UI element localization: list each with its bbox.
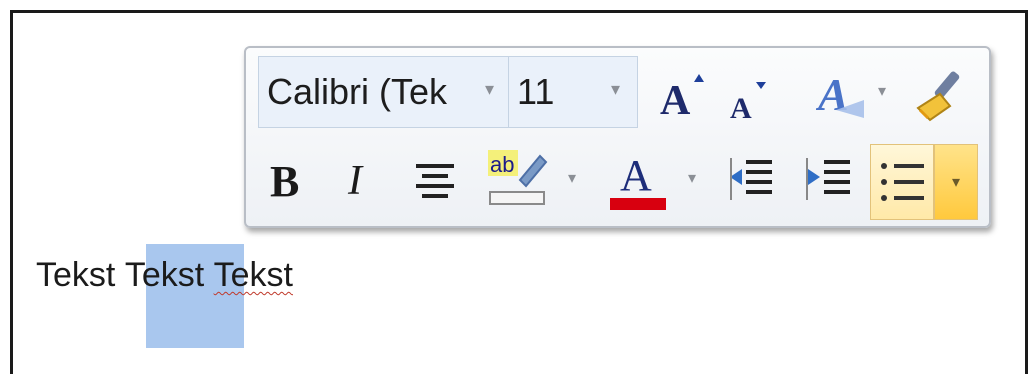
styles-icon: A: [816, 69, 864, 120]
grow-font-icon: A: [660, 74, 704, 120]
font-color-icon: A: [610, 151, 666, 210]
font-name-dropdown-icon[interactable]: ▾: [485, 79, 494, 100]
highlight-dropdown-icon[interactable]: ▾: [562, 166, 582, 190]
italic-button[interactable]: I: [340, 148, 382, 208]
bullets-dropdown-icon[interactable]: ▾: [934, 144, 978, 220]
decrease-indent-button[interactable]: [724, 152, 780, 208]
font-size-dropdown-icon[interactable]: ▾: [611, 79, 620, 100]
bullets-button[interactable]: [870, 144, 934, 220]
italic-glyph: I: [347, 158, 364, 204]
shrink-font-icon: A: [730, 82, 766, 122]
bold-glyph: B: [270, 157, 299, 206]
font-name-value: Calibri (Tek: [267, 71, 448, 112]
font-color-dropdown-icon[interactable]: ▾: [682, 166, 702, 190]
grow-font-glyph: A: [660, 78, 691, 120]
word-3[interactable]: Tekst: [214, 256, 293, 295]
shrink-font-glyph: A: [730, 92, 752, 122]
highlight-button[interactable]: ab: [486, 144, 550, 212]
font-name-combo[interactable]: Calibri (Tek ▾: [258, 56, 510, 128]
align-center-button[interactable]: [408, 152, 462, 208]
format-painter-button[interactable]: [912, 64, 974, 126]
bold-button[interactable]: B: [264, 148, 312, 208]
shrink-font-button[interactable]: A: [728, 78, 774, 122]
font-size-value: 11: [517, 71, 555, 112]
styles-glyph: A: [816, 69, 849, 120]
document-text[interactable]: Tekst Tekst Tekst: [36, 256, 293, 295]
highlight-glyph: ab: [490, 152, 514, 177]
styles-dropdown-icon[interactable]: ▾: [872, 76, 892, 106]
font-color-button[interactable]: A: [606, 148, 670, 214]
format-painter-icon: [916, 71, 960, 122]
styles-button[interactable]: A: [816, 64, 868, 122]
word-1[interactable]: Tekst: [36, 256, 115, 295]
font-color-glyph: A: [620, 151, 652, 200]
word-2-selected[interactable]: Tekst: [125, 256, 204, 295]
highlight-icon: ab: [488, 150, 548, 205]
bold-icon: B: [270, 157, 299, 206]
bullets-icon: [881, 163, 924, 201]
italic-icon: I: [347, 158, 364, 204]
grow-font-button[interactable]: A: [658, 70, 708, 120]
mini-toolbar: Calibri (Tek ▾ 11 ▾ A A A ▾ B I ab ▾ A ▾…: [244, 46, 991, 228]
increase-indent-icon: [806, 158, 850, 200]
decrease-indent-icon: [730, 158, 772, 200]
align-center-icon: [416, 164, 454, 198]
increase-indent-button[interactable]: [802, 152, 858, 208]
font-size-combo[interactable]: 11 ▾: [508, 56, 638, 128]
